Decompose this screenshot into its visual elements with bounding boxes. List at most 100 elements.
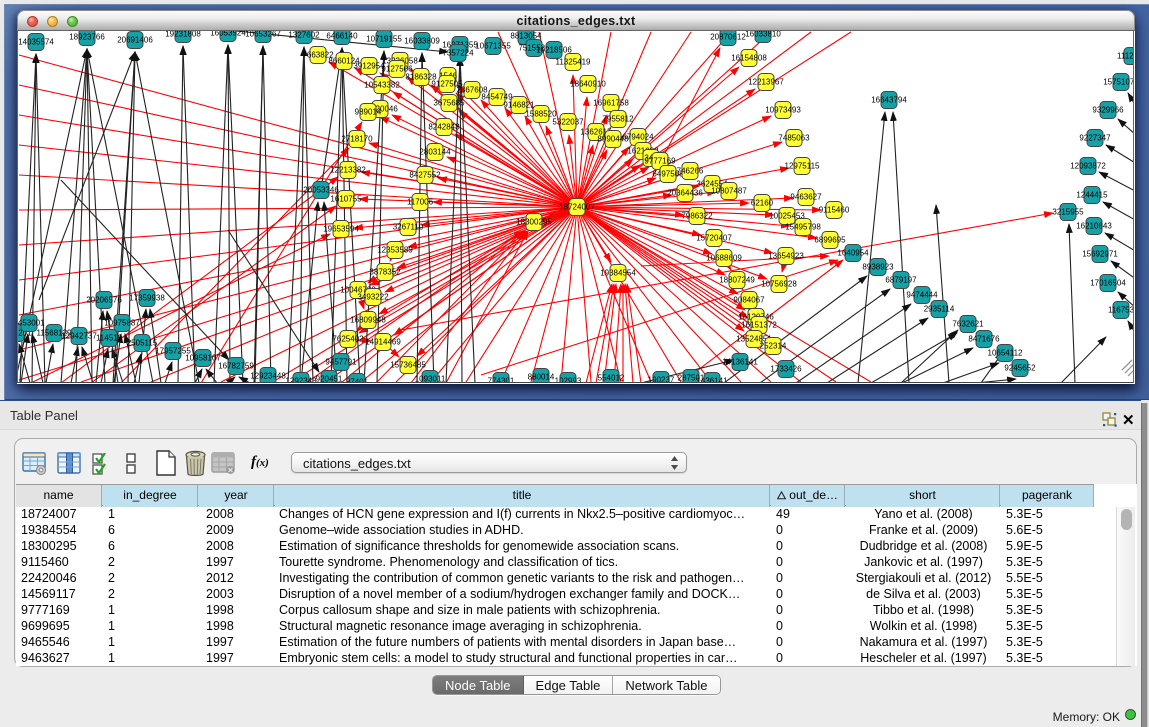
svg-text:880014: 880014	[528, 373, 555, 382]
svg-text:1244415: 1244415	[1076, 191, 1108, 200]
svg-text:7485063: 7485063	[778, 134, 810, 143]
svg-text:2718170: 2718170	[341, 135, 373, 144]
svg-text:10653267: 10653267	[245, 31, 281, 39]
svg-text:10756928: 10756928	[761, 280, 797, 289]
svg-text:117006: 117006	[407, 198, 434, 207]
svg-text:17359938: 17359938	[129, 294, 165, 303]
svg-text:14914469: 14914469	[365, 338, 401, 347]
svg-text:16643794: 16643794	[871, 96, 907, 105]
svg-text:989014: 989014	[355, 108, 382, 117]
svg-text:9474444: 9474444	[906, 291, 938, 300]
svg-text:12353589: 12353589	[377, 246, 413, 255]
svg-text:6899695: 6899695	[814, 236, 846, 245]
svg-text:1610755: 1610755	[330, 195, 362, 204]
svg-text:1093011: 1093011	[415, 375, 446, 384]
svg-text:1436141: 1436141	[696, 377, 728, 384]
svg-text:102993: 102993	[555, 377, 582, 384]
svg-text:18807249: 18807249	[719, 276, 755, 285]
svg-text:10958107: 10958107	[185, 354, 221, 363]
svg-text:2505115: 2505115	[127, 339, 158, 348]
svg-text:9146821: 9146821	[503, 101, 535, 110]
svg-text:20870612: 20870612	[710, 33, 746, 42]
svg-text:10973493: 10973493	[765, 106, 801, 115]
svg-text:19231808: 19231808	[165, 31, 201, 39]
svg-text:2803144: 2803144	[419, 148, 451, 157]
svg-text:1453001: 1453001	[18, 319, 45, 328]
svg-text:19653594: 19653594	[323, 225, 359, 234]
svg-text:1327602: 1327602	[288, 31, 320, 40]
svg-text:8471676: 8471676	[968, 335, 1000, 344]
svg-text:10688609: 10688609	[706, 254, 742, 263]
svg-text:252314: 252314	[760, 342, 787, 351]
svg-text:8938923: 8938923	[862, 263, 894, 272]
svg-text:10975887: 10975887	[104, 319, 140, 328]
svg-text:14035574: 14035574	[18, 38, 54, 47]
svg-text:1112480: 1112480	[1117, 52, 1134, 61]
svg-text:12975115: 12975115	[785, 162, 821, 171]
svg-text:9463627: 9463627	[790, 193, 822, 202]
svg-text:3878352: 3878352	[369, 268, 401, 277]
svg-text:19384554: 19384554	[600, 269, 636, 278]
svg-text:6879197: 6879197	[885, 276, 917, 285]
svg-text:16809948: 16809948	[350, 316, 386, 325]
svg-text:3215955: 3215955	[1052, 208, 1084, 217]
svg-text:7357224: 7357224	[442, 49, 474, 58]
svg-text:15720407: 15720407	[696, 234, 732, 243]
svg-text:8427552: 8427552	[409, 171, 441, 180]
svg-text:18640910: 18640910	[570, 80, 606, 89]
svg-text:20206576: 20206576	[86, 296, 122, 305]
svg-text:7632621: 7632621	[952, 320, 984, 329]
svg-text:116753: 116753	[1108, 306, 1134, 315]
svg-text:10654112: 10654112	[988, 349, 1024, 358]
svg-text:12923448: 12923448	[250, 372, 286, 381]
svg-text:20053346: 20053346	[303, 186, 339, 195]
svg-text:20364436: 20364436	[667, 189, 703, 198]
svg-text:1292343: 1292343	[285, 377, 317, 384]
svg-text:16033810: 16033810	[745, 31, 781, 39]
svg-text:62160: 62160	[751, 199, 774, 208]
svg-text:10543382: 10543382	[364, 81, 400, 90]
svg-text:190237: 190237	[648, 376, 675, 384]
svg-text:9227347: 9227347	[1079, 134, 1111, 143]
svg-text:9329966: 9329966	[1092, 106, 1124, 115]
svg-text:14136141: 14136141	[722, 358, 758, 367]
svg-text:1640954: 1640954	[837, 249, 869, 258]
svg-text:12213967: 12213967	[748, 78, 784, 87]
svg-text:12213382: 12213382	[330, 166, 366, 175]
svg-text:12093872: 12093872	[1070, 162, 1106, 171]
svg-text:15495798: 15495798	[785, 223, 821, 232]
svg-text:16033809: 16033809	[404, 37, 440, 46]
svg-text:746266: 746266	[677, 167, 704, 176]
svg-text:7625402: 7625402	[332, 335, 364, 344]
svg-text:5322037: 5322037	[552, 118, 584, 127]
svg-text:9777169: 9777169	[644, 157, 676, 166]
svg-text:17016504: 17016504	[1090, 279, 1126, 288]
svg-text:9084067: 9084067	[733, 296, 765, 305]
svg-text:774301: 774301	[488, 377, 515, 384]
svg-text:18923766: 18923766	[69, 33, 105, 42]
svg-text:16782759: 16782759	[218, 362, 254, 371]
svg-text:114519: 114519	[96, 334, 123, 343]
svg-text:13654923: 13654923	[768, 252, 804, 261]
svg-text:15751074: 15751074	[1103, 78, 1134, 87]
svg-text:19218506: 19218506	[536, 46, 572, 55]
svg-text:9245652: 9245652	[1004, 364, 1036, 373]
svg-text:10671355: 10671355	[475, 42, 511, 51]
svg-text:87401: 87401	[346, 378, 369, 384]
svg-text:15736485: 15736485	[390, 361, 426, 370]
svg-text:554012: 554012	[598, 374, 625, 383]
svg-text:920451: 920451	[316, 375, 343, 384]
svg-text:2935114: 2935114	[924, 305, 955, 314]
svg-text:7955812: 7955812	[602, 115, 634, 124]
svg-text:9115460: 9115460	[819, 206, 850, 215]
svg-text:1733426: 1733426	[770, 365, 802, 374]
svg-text:11325419: 11325419	[556, 58, 592, 67]
svg-text:6794024: 6794024	[622, 133, 654, 142]
svg-text:3493222: 3493222	[357, 293, 389, 302]
svg-text:3267110: 3267110	[393, 223, 424, 232]
svg-text:8242848: 8242848	[428, 123, 460, 132]
svg-text:10807487: 10807487	[711, 187, 747, 196]
svg-text:20691406: 20691406	[117, 36, 153, 45]
svg-text:18724007: 18724007	[559, 203, 595, 212]
svg-text:16154808: 16154808	[731, 54, 767, 63]
